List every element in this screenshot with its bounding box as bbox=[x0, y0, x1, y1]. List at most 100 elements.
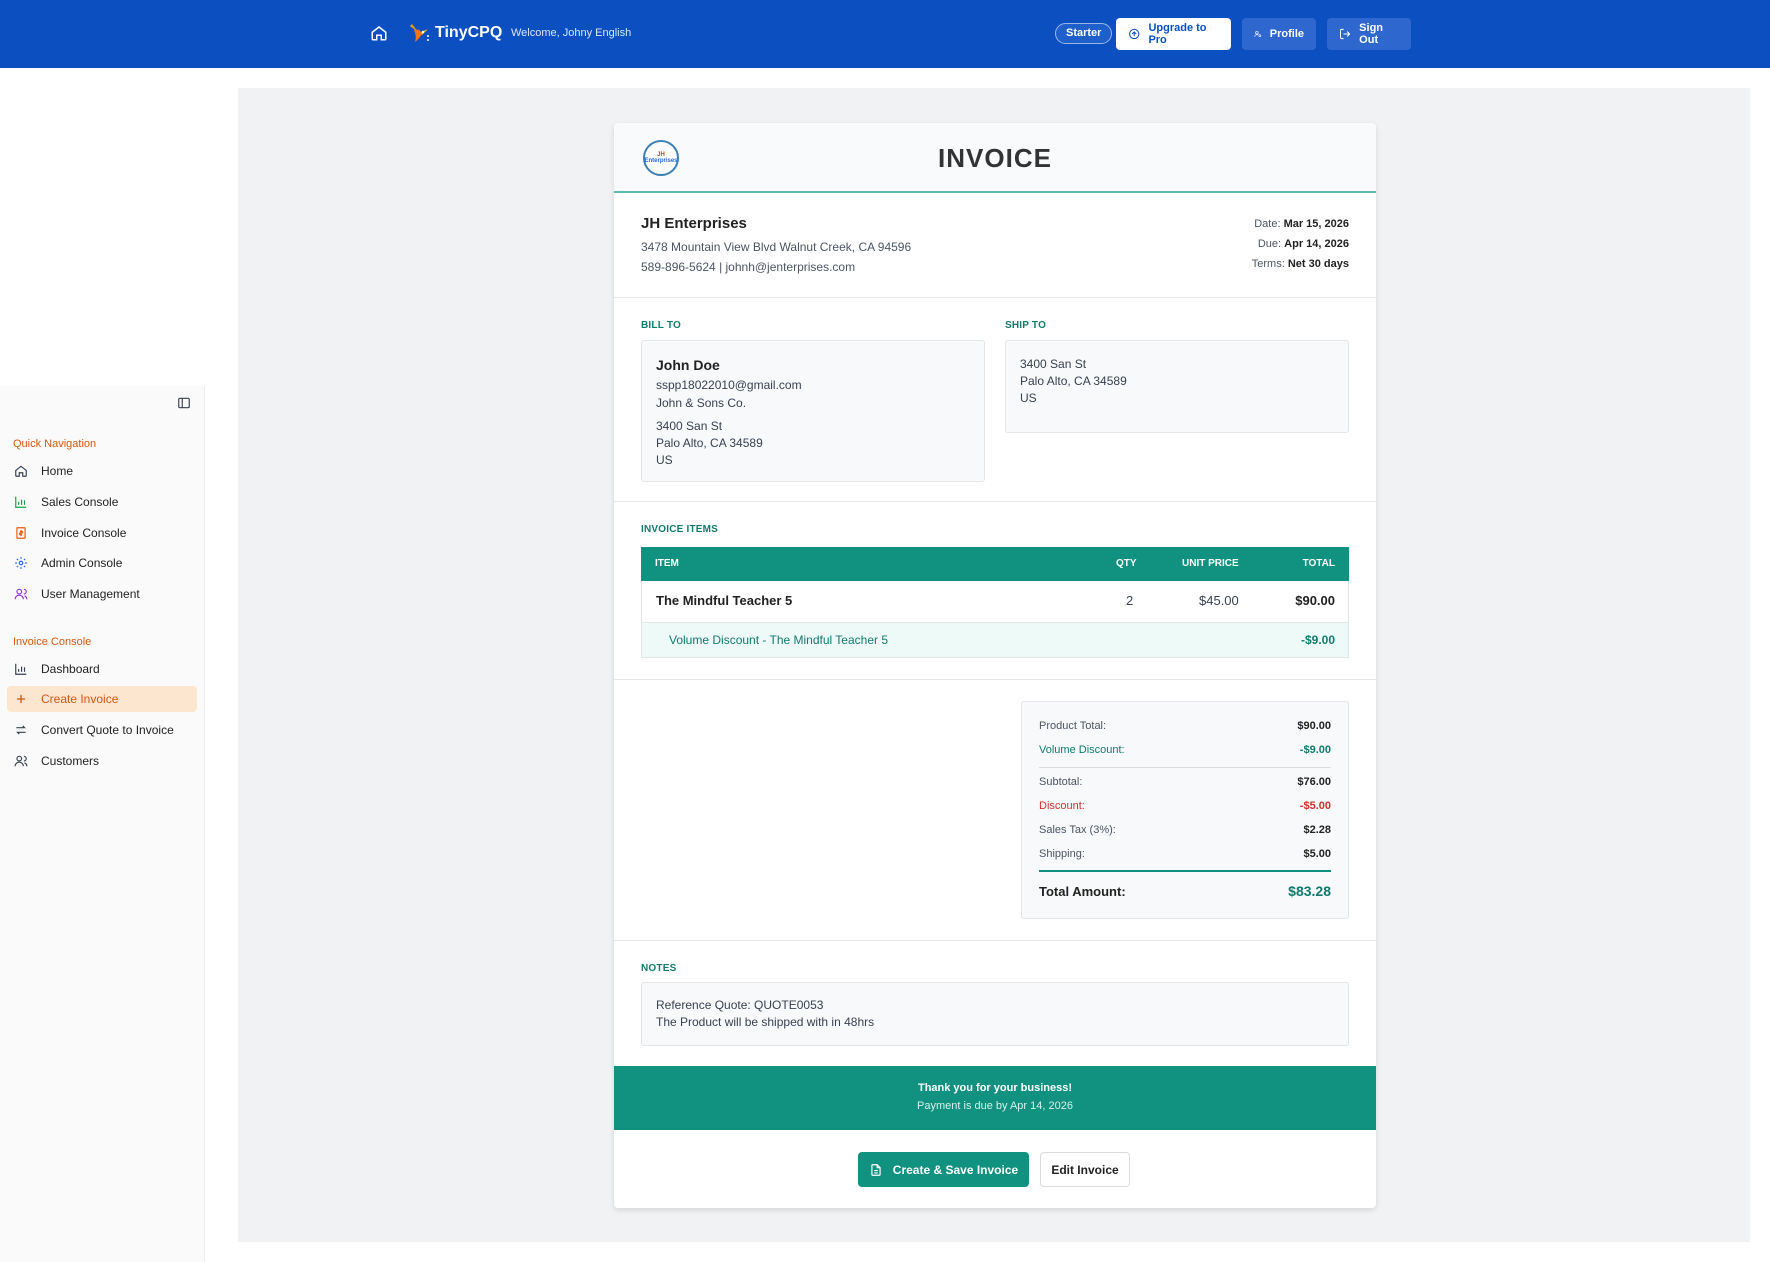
profile-label: Profile bbox=[1269, 28, 1304, 40]
total-amount-value: $83.28 bbox=[1288, 883, 1331, 899]
sidebar-item-sales-console[interactable]: Sales Console bbox=[7, 489, 197, 515]
upgrade-label: Upgrade to Pro bbox=[1148, 22, 1207, 46]
create-save-label: Create & Save Invoice bbox=[892, 1162, 1019, 1177]
invoice-title: INVOICE bbox=[938, 143, 1052, 173]
item-qty: 2 bbox=[1126, 593, 1134, 608]
plan-badge: Starter bbox=[1055, 23, 1113, 44]
due-value: Apr 14, 2026 bbox=[1284, 238, 1349, 250]
sidebar-item-dashboard[interactable]: Dashboard bbox=[7, 656, 197, 682]
profile-button[interactable]: Profile bbox=[1242, 18, 1316, 50]
bar-chart-icon bbox=[14, 495, 28, 509]
sidebar-item-invoice-console[interactable]: Invoice Console bbox=[7, 520, 197, 546]
bill-to-label: BILL TO bbox=[641, 320, 681, 331]
column-unit-price: UNIT PRICE bbox=[1182, 558, 1239, 569]
sign-out-button[interactable]: Sign Out bbox=[1327, 18, 1411, 50]
discount-value: -$5.00 bbox=[1299, 800, 1331, 812]
sidebar-item-label: Convert Quote to Invoice bbox=[41, 723, 174, 737]
product-total-row: Product Total: $90.00 bbox=[1039, 720, 1331, 732]
date-label: Date: bbox=[1254, 218, 1281, 230]
bill-to-city: Palo Alto, CA 34589 bbox=[656, 436, 763, 450]
invoice-due: Due: Apr 14, 2026 bbox=[1252, 234, 1349, 254]
home-icon[interactable] bbox=[370, 24, 388, 42]
bill-to-company: John & Sons Co. bbox=[656, 396, 747, 410]
items-table-header: ITEM QTY UNIT PRICE TOTAL bbox=[641, 547, 1349, 581]
create-save-invoice-button[interactable]: Create & Save Invoice bbox=[858, 1152, 1029, 1187]
ship-to-city: Palo Alto, CA 34589 bbox=[1020, 374, 1127, 388]
tax-row: Sales Tax (3%): $2.28 bbox=[1039, 824, 1331, 836]
notes-box: Reference Quote: QUOTE0053 The Product w… bbox=[641, 982, 1349, 1046]
sidebar-item-home[interactable]: Home bbox=[7, 458, 197, 484]
invoice-console-heading: Invoice Console bbox=[13, 636, 92, 648]
company-address: 3478 Mountain View Blvd Walnut Creek, CA… bbox=[641, 240, 912, 254]
total-amount-label: Total Amount: bbox=[1039, 884, 1126, 899]
upgrade-button[interactable]: Upgrade to Pro bbox=[1116, 18, 1231, 50]
company-name: JH Enterprises bbox=[641, 215, 747, 232]
shipping-row: Shipping: $5.00 bbox=[1039, 848, 1331, 860]
volume-discount-row: Volume Discount: -$9.00 bbox=[1039, 744, 1331, 756]
bill-to-email: sspp18022010@gmail.com bbox=[656, 378, 802, 392]
discount-row-label: Volume Discount - The Mindful Teacher 5 bbox=[669, 633, 889, 647]
bill-to-box: John Doe sspp18022010@gmail.com John & S… bbox=[641, 340, 985, 482]
notes-line-1: Reference Quote: QUOTE0053 bbox=[656, 998, 824, 1012]
users-icon bbox=[14, 587, 28, 601]
discount-label: Discount: bbox=[1039, 800, 1085, 812]
top-navbar: TinyCPQ Welcome, Johny English Starter U… bbox=[0, 0, 1770, 68]
subtotal-label: Subtotal: bbox=[1039, 776, 1083, 788]
volume-discount-label: Volume Discount: bbox=[1039, 744, 1125, 756]
notes-line-2: The Product will be shipped with in 48hr… bbox=[656, 1015, 875, 1029]
volume-discount-value: -$9.00 bbox=[1299, 744, 1331, 756]
arrow-up-circle-icon bbox=[1129, 28, 1140, 40]
company-contact: 589-896-5624 | johnh@jenterprises.com bbox=[641, 260, 856, 274]
sign-out-label: Sign Out bbox=[1359, 22, 1384, 46]
bill-to-name: John Doe bbox=[656, 357, 720, 373]
bill-to-country: US bbox=[656, 453, 673, 467]
column-item: ITEM bbox=[655, 558, 679, 569]
divider bbox=[614, 679, 1376, 680]
invoice-footer-banner: Thank you for your business! Payment is … bbox=[614, 1066, 1376, 1130]
ship-to-country: US bbox=[1020, 391, 1037, 405]
sidebar-item-label: Admin Console bbox=[41, 556, 123, 570]
bill-to-street: 3400 San St bbox=[656, 419, 723, 433]
divider bbox=[614, 297, 1376, 298]
sidebar-item-convert-quote[interactable]: Convert Quote to Invoice bbox=[7, 717, 197, 743]
payment-due-text: Payment is due by Apr 14, 2026 bbox=[917, 1100, 1073, 1112]
shipping-label: Shipping: bbox=[1039, 848, 1085, 860]
sidebar-item-label: Home bbox=[41, 464, 74, 478]
brand-name[interactable]: TinyCPQ bbox=[435, 24, 502, 42]
product-total-value: $90.00 bbox=[1297, 720, 1331, 732]
user-gear-icon bbox=[1254, 31, 1262, 37]
shipping-value: $5.00 bbox=[1303, 848, 1331, 860]
date-value: Mar 15, 2026 bbox=[1283, 218, 1349, 230]
company-info: JH Enterprises 3478 Mountain View Blvd W… bbox=[641, 215, 911, 274]
users-icon bbox=[14, 754, 28, 768]
sidebar: Quick Navigation Home Sales Console Invo… bbox=[0, 386, 205, 1262]
totals-box: Product Total: $90.00 Volume Discount: -$9… bbox=[1021, 701, 1349, 919]
sidebar-item-user-management[interactable]: User Management bbox=[7, 581, 197, 607]
invoice-header: JH Enterprises INVOICE bbox=[614, 123, 1376, 193]
totals-divider-strong bbox=[1039, 870, 1331, 872]
swap-icon bbox=[14, 723, 28, 737]
divider bbox=[614, 501, 1376, 502]
invoice-icon bbox=[14, 526, 28, 540]
subtotal-value: $76.00 bbox=[1297, 776, 1331, 788]
sidebar-item-customers[interactable]: Customers bbox=[7, 748, 197, 774]
sidebar-item-admin-console[interactable]: Admin Console bbox=[7, 550, 197, 576]
invoice-terms: Terms: Net 30 days bbox=[1252, 254, 1349, 274]
hummingbird-logo-icon[interactable] bbox=[406, 20, 432, 46]
totals-divider bbox=[1039, 767, 1331, 768]
tax-label: Sales Tax (3%): bbox=[1039, 824, 1116, 836]
edit-invoice-button[interactable]: Edit Invoice bbox=[1040, 1152, 1130, 1187]
column-qty: QTY bbox=[1116, 558, 1137, 569]
discount-row-amount: -$9.00 bbox=[1300, 633, 1335, 647]
log-out-icon bbox=[1340, 28, 1351, 40]
item-total: $90.00 bbox=[1295, 593, 1335, 608]
ship-to-box: 3400 San St Palo Alto, CA 34589 US bbox=[1005, 340, 1349, 433]
sidebar-item-create-invoice[interactable]: Create Invoice bbox=[7, 686, 197, 712]
gear-icon bbox=[14, 556, 28, 570]
tax-value: $2.28 bbox=[1303, 824, 1331, 836]
discount-row-total: Discount: -$5.00 bbox=[1039, 800, 1331, 812]
sidebar-toggle-icon[interactable] bbox=[177, 396, 191, 410]
invoice-preview-card: JH Enterprises INVOICE JH Enterprises 34… bbox=[614, 123, 1376, 1208]
due-label: Due: bbox=[1257, 238, 1282, 250]
sidebar-item-label: User Management bbox=[41, 587, 140, 601]
